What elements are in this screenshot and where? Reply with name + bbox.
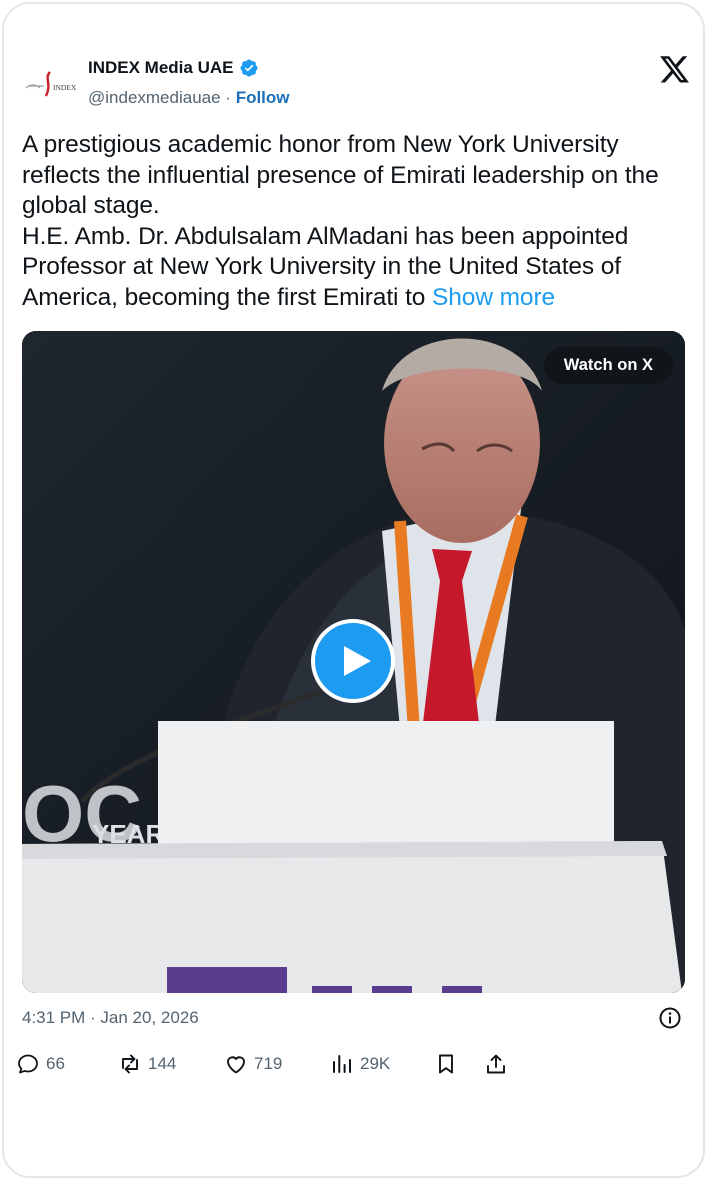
play-icon bbox=[344, 646, 371, 676]
video-player[interactable]: OC YEAR Watch on X bbox=[22, 331, 685, 993]
tweet-body: A prestigious academic honor from New Yo… bbox=[22, 131, 659, 311]
tweet-text: A prestigious academic honor from New Yo… bbox=[22, 130, 690, 314]
action-bar: 66 144 719 29K bbox=[16, 1052, 696, 1082]
reply-button[interactable]: 66 bbox=[16, 1052, 65, 1076]
reply-icon bbox=[18, 1054, 38, 1074]
bookmark-button[interactable] bbox=[434, 1052, 458, 1076]
like-count: 719 bbox=[254, 1054, 283, 1073]
avatar-logo-text: INDEX bbox=[53, 83, 77, 92]
account-name[interactable]: INDEX Media UAE bbox=[88, 58, 233, 78]
play-button[interactable] bbox=[311, 619, 395, 703]
repost-button[interactable]: 144 bbox=[118, 1052, 176, 1076]
handle-row: @indexmediauae · Follow bbox=[88, 88, 290, 108]
like-button[interactable]: 719 bbox=[224, 1052, 282, 1076]
x-logo-icon[interactable] bbox=[660, 56, 690, 84]
share-icon bbox=[487, 1054, 505, 1074]
show-more-link[interactable]: Show more bbox=[432, 284, 555, 311]
handle-separator: · bbox=[220, 88, 236, 107]
views-icon bbox=[333, 1055, 351, 1073]
repost-icon bbox=[122, 1054, 138, 1074]
follow-button[interactable]: Follow bbox=[236, 88, 290, 107]
like-icon bbox=[227, 1056, 245, 1074]
views-count: 29K bbox=[360, 1054, 391, 1073]
share-button[interactable] bbox=[484, 1052, 508, 1076]
index-logo-icon: INDEX bbox=[25, 71, 77, 97]
reply-count: 66 bbox=[46, 1054, 65, 1073]
verified-badge-icon bbox=[239, 58, 259, 78]
tweet-header: INDEX INDEX Media UAE @indexmediauae · F… bbox=[22, 56, 692, 110]
tweet-timestamp[interactable]: 4:31 PM · Jan 20, 2026 bbox=[22, 1008, 199, 1028]
avatar[interactable]: INDEX bbox=[22, 60, 80, 104]
watch-on-x-button[interactable]: Watch on X bbox=[543, 347, 673, 384]
repost-count: 144 bbox=[148, 1054, 177, 1073]
name-row: INDEX Media UAE bbox=[88, 58, 259, 78]
views-button[interactable]: 29K bbox=[330, 1052, 390, 1076]
bookmark-icon bbox=[439, 1054, 453, 1074]
info-icon[interactable] bbox=[658, 1006, 682, 1030]
account-handle[interactable]: @indexmediauae bbox=[88, 88, 221, 107]
